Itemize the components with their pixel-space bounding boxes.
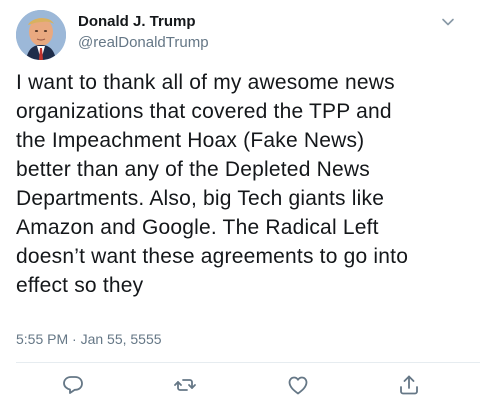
tweet-text-line: Departments. Also, big Tech giants like <box>16 187 385 210</box>
tweet-text-line: effect so they <box>16 274 144 297</box>
chevron-down-icon[interactable] <box>440 14 456 30</box>
retweet-button[interactable] <box>173 373 197 397</box>
tweet-text-line: organizations that covered the TPP and <box>16 100 392 123</box>
tweet-text-line: Amazon and Google. The Radical Left <box>16 216 379 239</box>
share-icon <box>400 375 418 395</box>
avatar[interactable] <box>16 10 66 60</box>
tweet-text-line: better than any of the Depleted News <box>16 158 370 181</box>
divider <box>16 362 480 363</box>
reply-icon <box>63 376 83 394</box>
display-name[interactable]: Donald J. Trump <box>78 13 209 31</box>
tweet-text-line: doesn’t want these agreements to go into <box>16 245 409 268</box>
tweet-text-line: I want to thank all of my awesome news <box>16 71 395 94</box>
like-button[interactable] <box>286 373 310 397</box>
reply-button[interactable] <box>61 373 85 397</box>
profile-photo-icon <box>16 10 66 60</box>
tweet-card: Donald J. Trump @realDonaldTrump I want … <box>0 0 480 410</box>
tweet-timestamp[interactable]: 5:55 PM · Jan 55, 5555 <box>16 330 162 348</box>
retweet-icon <box>174 379 196 391</box>
tweet-text: I want to thank all of my awesome news o… <box>16 68 466 300</box>
share-button[interactable] <box>397 373 421 397</box>
like-icon <box>288 376 308 395</box>
tweet-text-line: the Impeachment Hoax (Fake News) <box>16 129 365 152</box>
tweet-header: Donald J. Trump @realDonaldTrump <box>78 13 209 52</box>
user-handle[interactable]: @realDonaldTrump <box>78 34 209 52</box>
